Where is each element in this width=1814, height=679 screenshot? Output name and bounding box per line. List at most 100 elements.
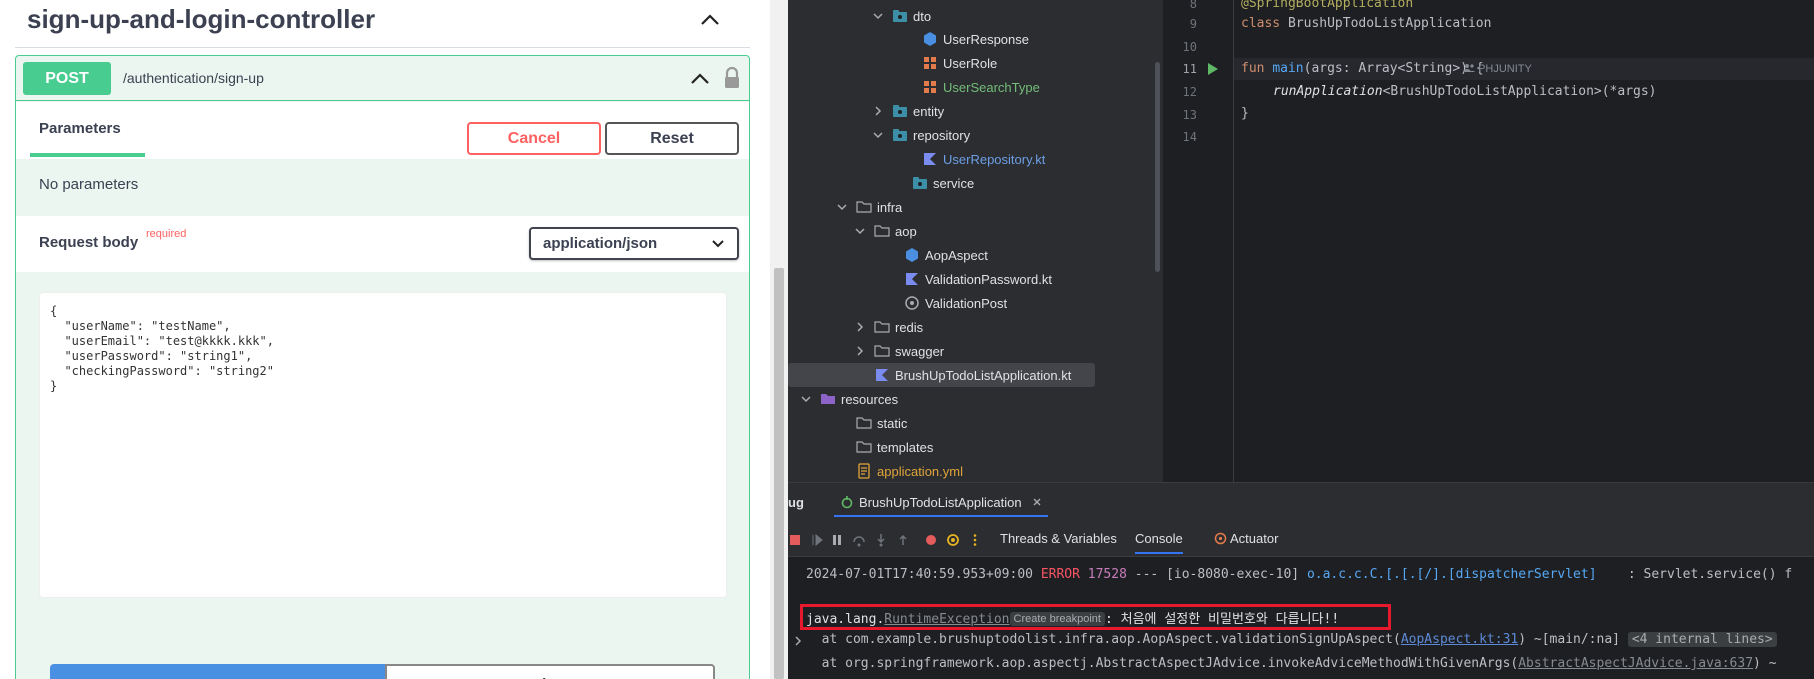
source-link[interactable]: AbstractAspectJAdvice.java:637 [1518,656,1753,671]
resources-folder-icon [820,391,836,407]
run-config-tab[interactable]: BrushUpTodoListApplication [834,489,1048,517]
line-number: 9 [1189,17,1197,31]
code-line-13: } [1241,106,1249,121]
tree-item[interactable]: infra [834,195,902,219]
tree-item-label: aop [895,223,917,239]
folder-icon [856,439,872,455]
debug-run-icon [841,496,853,509]
tree-item[interactable]: redis [852,315,923,339]
tree-item[interactable]: application.yml [834,459,963,483]
tree-item[interactable]: UserRepository.kt [900,147,1045,171]
tree-item-label: AopAspect [925,247,988,263]
chevron-right-icon[interactable] [852,343,868,359]
tree-item[interactable]: aop [852,219,917,243]
close-icon[interactable] [1032,497,1042,507]
step-out-icon[interactable] [896,533,910,547]
tree-item[interactable]: BrushUpTodoListApplication.kt [788,363,1095,387]
folder-icon [874,223,890,239]
tree-scrollbar[interactable] [1155,62,1160,272]
stack-frame: at com.example.brushuptodolist.infra.aop… [806,632,1401,647]
tree-item-label: ValidationPost [925,295,1008,311]
log-separator: --- [1134,567,1159,582]
step-into-icon[interactable] [874,533,888,547]
tab-threads-variables[interactable]: Threads & Variables [1000,531,1117,552]
page-scrollbar[interactable] [770,0,788,679]
line-number: 14 [1182,130,1197,144]
chevron-down-icon[interactable] [798,391,814,407]
mute-breakpoints-icon[interactable] [946,533,960,547]
tab-console[interactable]: Console [1135,531,1183,554]
chevron-down-icon[interactable] [852,223,868,239]
tree-item[interactable]: templates [834,435,933,459]
request-body-editor[interactable]: { "userName": "testName", "userEmail": "… [39,292,727,598]
tree-item[interactable]: ValidationPost [882,291,1007,315]
actuator-label: Actuator [1230,531,1279,546]
log-level: ERROR [1040,567,1080,582]
run-gutter-icon[interactable] [1207,62,1219,76]
pause-icon[interactable] [830,533,844,547]
content-type-select[interactable]: application/json [529,227,739,260]
more-icon[interactable] [968,533,982,547]
exception-prefix: java.lang. [806,612,885,627]
collapse-operation-button[interactable] [688,68,712,90]
chevron-down-icon[interactable] [834,199,850,215]
scroll-thumb[interactable] [774,268,784,679]
create-breakpoint-chip[interactable]: Create breakpoint [1009,612,1105,626]
stack-tail: ) ~ [1753,656,1777,671]
chevron-down-icon[interactable] [870,127,886,143]
tree-item[interactable]: UserSearchType [900,75,1040,99]
expand-chevron-icon[interactable] [793,635,803,647]
kotlin-file-icon [904,271,920,287]
breakpoint-icon[interactable] [924,533,938,547]
tree-item[interactable]: entity [870,99,944,123]
tree-item[interactable]: repository [870,123,970,147]
tab-actuator[interactable]: Actuator [1214,531,1278,552]
tree-item[interactable]: ValidationPassword.kt [882,267,1052,291]
tree-item[interactable]: UserRole [900,51,997,75]
cancel-button[interactable]: Cancel [467,122,601,155]
tree-item-label: ValidationPassword.kt [925,271,1052,287]
execute-button[interactable]: Execute [50,664,385,679]
users-icon [1463,64,1475,72]
debug-panel: ug BrushUpTodoListApplication Threads & … [788,482,1814,679]
tree-item-label: BrushUpTodoListApplication.kt [895,367,1072,383]
code-editor[interactable]: 8 9 10 11 12 13 14 @SpringBootApplicatio… [1163,0,1814,482]
clear-button[interactable]: Clear [385,664,715,679]
tree-item[interactable]: swagger [852,339,944,363]
operation-block: POST /authentication/sign-up Parameters … [15,55,750,679]
authorize-lock-button[interactable] [722,66,742,90]
tree-item[interactable]: static [834,411,907,435]
step-over-icon[interactable] [852,533,866,547]
chevron-right-icon[interactable] [870,103,886,119]
tree-item-label: UserResponse [943,31,1029,47]
reset-button[interactable]: Reset [605,122,739,155]
resume-icon[interactable] [810,533,824,547]
tree-item[interactable]: UserResponse [900,27,1029,51]
author-hint[interactable]: PHJUNITY [1463,63,1532,75]
log-timestamp: 2024-07-01T17:40:59.953+09:00 [806,567,1033,582]
tree-item-label: infra [877,199,903,215]
chevron-right-icon[interactable] [852,319,868,335]
tree-item[interactable]: dto [870,4,931,28]
stop-icon[interactable] [788,533,802,547]
tab-parameters[interactable]: Parameters [39,120,121,137]
tree-item[interactable]: service [890,171,974,195]
exception-class-link[interactable]: RuntimeException [884,612,1009,627]
operation-summary[interactable]: POST /authentication/sign-up [16,56,749,101]
package-icon [912,175,928,191]
collapse-controller-button[interactable] [697,8,723,32]
chevron-down-icon[interactable] [870,8,886,24]
source-link[interactable]: AopAspect.kt:31 [1401,632,1518,647]
tree-item-label: swagger [895,343,945,359]
internal-lines-chip[interactable]: <4 internal lines> [1627,632,1777,647]
tree-item-label: entity [913,103,945,119]
lock-icon [725,66,739,88]
controller-title[interactable]: sign-up-and-login-controller [27,4,375,35]
tree-item[interactable]: resources [798,387,898,411]
debug-tool-label[interactable]: ug [788,495,804,510]
tree-item[interactable]: AopAspect [882,243,988,267]
tree-item-label: service [933,175,975,191]
